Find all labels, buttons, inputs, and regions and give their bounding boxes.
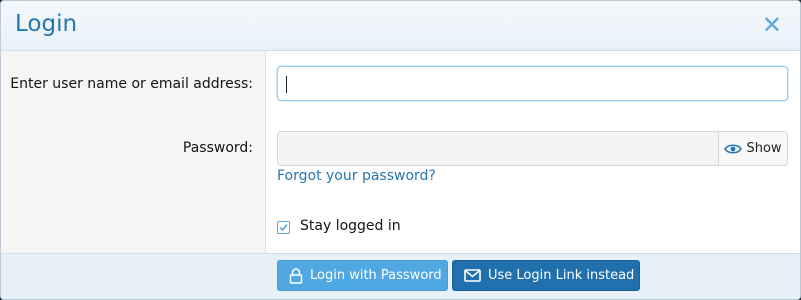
text-caret bbox=[286, 76, 287, 93]
dialog-header: Login ✕ bbox=[1, 1, 800, 51]
eye-icon bbox=[724, 143, 743, 155]
stay-logged-in-label[interactable]: Stay logged in bbox=[300, 218, 401, 234]
username-label: Enter user name or email address: bbox=[10, 76, 253, 92]
forgot-password-link[interactable]: Forgot your password? bbox=[277, 168, 436, 184]
show-password-label: Show bbox=[746, 141, 782, 156]
use-login-link-button[interactable]: Use Login Link instead bbox=[452, 260, 640, 291]
label-column: Enter user name or email address: Passwo… bbox=[1, 51, 266, 253]
username-input[interactable] bbox=[277, 66, 788, 101]
dialog-title: Login bbox=[15, 11, 78, 37]
password-label: Password: bbox=[182, 140, 253, 156]
dialog-footer: Login with Password Use Login Link inste… bbox=[1, 253, 800, 299]
check-icon bbox=[279, 223, 288, 232]
password-input[interactable] bbox=[277, 131, 718, 166]
use-login-link-label: Use Login Link instead bbox=[488, 268, 635, 283]
login-dialog: Login ✕ Enter user name or email address… bbox=[0, 0, 801, 300]
close-icon[interactable]: ✕ bbox=[762, 10, 782, 40]
lock-icon bbox=[289, 267, 303, 284]
show-password-button[interactable]: Show bbox=[718, 131, 788, 166]
login-with-password-label: Login with Password bbox=[310, 268, 442, 283]
login-with-password-button[interactable]: Login with Password bbox=[277, 260, 448, 291]
envelope-icon bbox=[464, 269, 481, 282]
stay-logged-in-checkbox[interactable] bbox=[277, 221, 290, 234]
